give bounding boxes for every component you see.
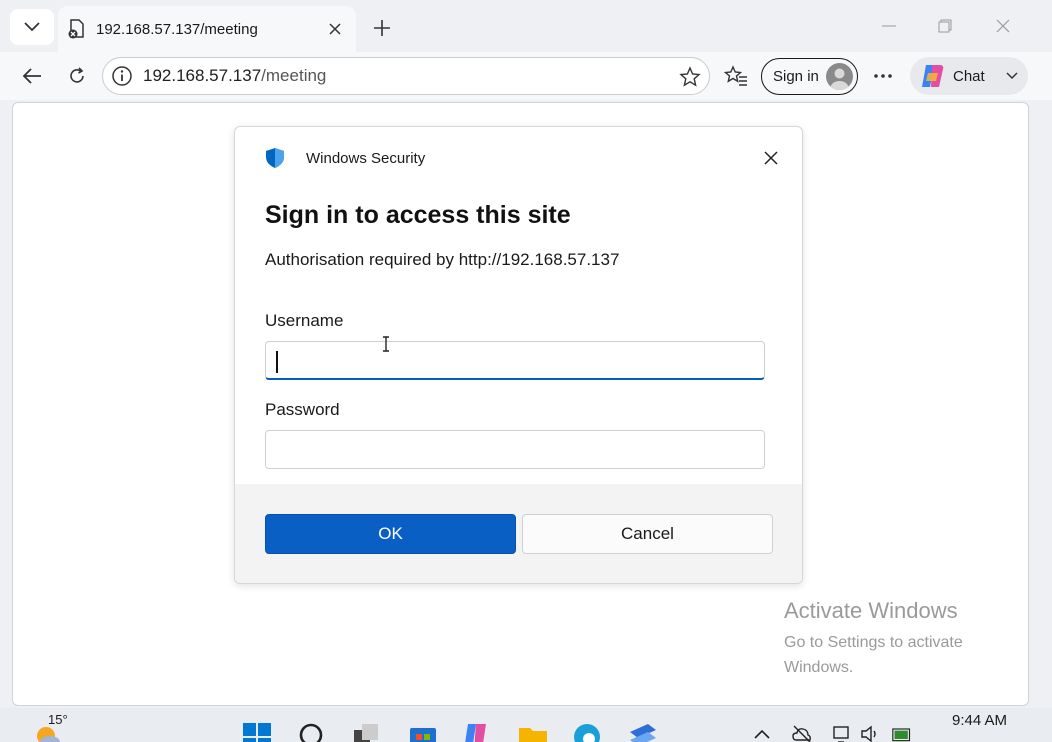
person-icon xyxy=(830,68,849,90)
copilot-chat-button[interactable]: Chat xyxy=(910,57,1028,95)
favorites-icon xyxy=(724,65,747,86)
chevron-down-icon xyxy=(24,22,40,32)
browser-tab[interactable]: 192.168.57.137/meeting xyxy=(58,6,356,52)
restore-button[interactable] xyxy=(930,12,960,40)
battery-icon[interactable] xyxy=(892,724,912,742)
sign-in-button[interactable]: Sign in xyxy=(761,58,858,95)
browser-toolbar: 192.168.57.137/meeting Sign in Chat xyxy=(0,52,1052,100)
text-caret xyxy=(276,351,278,373)
restore-icon xyxy=(938,19,952,33)
windows-security-dialog: Windows Security Sign in to access this … xyxy=(234,126,803,584)
watermark-subtitle: Go to Settings to activate Windows. xyxy=(784,634,963,676)
app-icon[interactable] xyxy=(628,722,658,742)
password-field[interactable] xyxy=(265,430,765,469)
store-icon[interactable] xyxy=(408,722,438,742)
ellipsis-icon xyxy=(874,74,892,78)
back-button[interactable] xyxy=(16,60,48,92)
activation-watermark: Activate Windows Go to Settings to activ… xyxy=(784,598,1004,680)
cloud-off-icon[interactable] xyxy=(792,724,812,742)
network-icon[interactable] xyxy=(832,724,852,742)
cancel-button[interactable]: Cancel xyxy=(522,514,773,554)
dialog-app-name: Windows Security xyxy=(306,149,426,167)
close-icon xyxy=(329,23,341,35)
dialog-subtitle: Authorisation required by http://192.168… xyxy=(265,250,620,269)
copilot-icon xyxy=(922,65,944,87)
task-view-icon[interactable] xyxy=(352,722,382,742)
more-menu-button[interactable] xyxy=(867,60,899,92)
volume-icon[interactable] xyxy=(860,724,880,742)
file-explorer-icon[interactable] xyxy=(518,722,548,742)
username-field[interactable] xyxy=(265,341,765,380)
tab-actions-button[interactable] xyxy=(10,9,54,45)
refresh-button[interactable] xyxy=(61,60,93,92)
new-tab-button[interactable] xyxy=(368,14,396,42)
dialog-header: Windows Security xyxy=(264,147,425,169)
start-icon[interactable] xyxy=(242,722,272,742)
favorites-button[interactable] xyxy=(720,60,752,92)
plus-icon xyxy=(374,20,390,36)
dialog-title: Sign in to access this site xyxy=(265,201,571,229)
close-icon xyxy=(764,151,778,165)
window-close-button[interactable] xyxy=(988,12,1018,40)
chat-label: Chat xyxy=(953,67,985,85)
refresh-icon xyxy=(70,67,84,83)
info-icon[interactable] xyxy=(111,65,133,87)
taskbar: 15° 9:44 AM xyxy=(0,708,1052,742)
tab-title: 192.168.57.137/meeting xyxy=(96,20,258,38)
edge-icon[interactable] xyxy=(572,722,602,742)
temperature: 15° xyxy=(48,712,68,727)
shield-icon xyxy=(266,148,284,168)
page-error-icon xyxy=(68,19,84,39)
search-icon[interactable] xyxy=(298,722,328,742)
watermark-title: Activate Windows xyxy=(784,598,958,623)
copilot-icon[interactable] xyxy=(462,722,492,742)
chevron-up-icon[interactable] xyxy=(752,724,772,742)
star-icon[interactable] xyxy=(679,66,701,88)
dialog-close-button[interactable] xyxy=(760,147,782,169)
address-bar[interactable]: 192.168.57.137/meeting xyxy=(102,57,710,95)
chevron-down-icon xyxy=(1006,72,1018,80)
close-icon xyxy=(996,19,1010,33)
username-label: Username xyxy=(265,311,344,330)
url-text[interactable]: 192.168.57.137/meeting xyxy=(143,66,326,86)
clock-time[interactable]: 9:44 AM xyxy=(952,712,1007,729)
ok-button[interactable]: OK xyxy=(265,514,516,554)
sign-in-label: Sign in xyxy=(773,68,819,85)
tab-close-button[interactable] xyxy=(324,18,346,40)
text-cursor-icon xyxy=(383,336,389,352)
arrow-left-icon xyxy=(22,68,41,84)
url-host: 192.168.57.137 xyxy=(143,66,262,85)
minimize-button[interactable] xyxy=(874,12,904,40)
tab-strip: 192.168.57.137/meeting xyxy=(0,0,1052,52)
minimize-icon xyxy=(882,25,896,27)
url-path: /meeting xyxy=(261,66,327,85)
password-label: Password xyxy=(265,400,340,419)
avatar xyxy=(826,63,853,90)
dialog-footer: OK Cancel xyxy=(235,484,802,583)
